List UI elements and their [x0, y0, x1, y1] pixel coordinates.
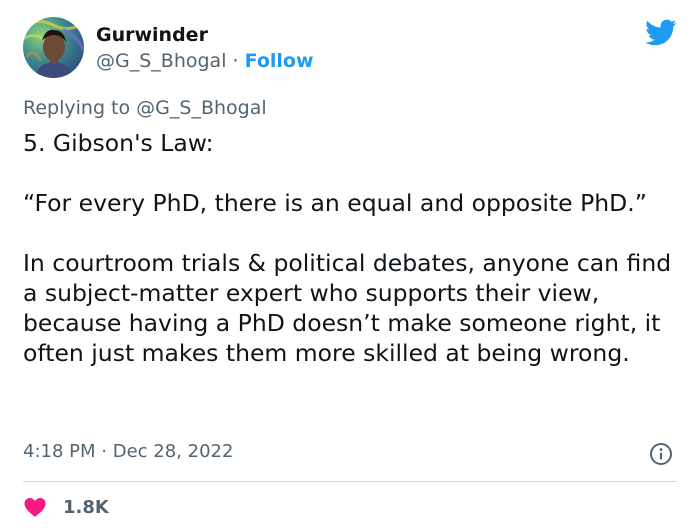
avatar-image — [23, 17, 84, 78]
tweet-paragraph-2: “For every PhD, there is an equal and op… — [23, 189, 647, 217]
like-count: 1.8K — [63, 496, 109, 518]
tweet-time: 4:18 PM — [23, 441, 96, 462]
tweet-card: Gurwinder @G_S_Bhogal · Follow Replying … — [0, 0, 700, 532]
divider — [23, 481, 677, 482]
author-handle[interactable]: @G_S_Bhogal — [96, 50, 226, 72]
info-icon[interactable] — [649, 442, 673, 466]
tweet-text: 5. Gibson's Law: “For every PhD, there i… — [23, 128, 683, 368]
author-display-name[interactable]: Gurwinder — [96, 24, 208, 46]
info-icon-svg — [650, 443, 672, 465]
twitter-bird-icon[interactable] — [645, 19, 677, 47]
tweet-date: Dec 28, 2022 — [112, 441, 234, 462]
handle-separator: · — [232, 50, 239, 72]
replying-to-mention[interactable]: @G_S_Bhogal — [136, 97, 266, 119]
heart-icon — [23, 495, 47, 519]
like-button[interactable]: 1.8K — [23, 493, 109, 521]
avatar[interactable] — [23, 17, 84, 78]
author-handle-row: @G_S_Bhogal · Follow — [96, 50, 314, 72]
tweet-paragraph-1: 5. Gibson's Law: — [23, 129, 214, 157]
tweet-timestamp[interactable]: 4:18 PM · Dec 28, 2022 — [23, 441, 233, 463]
timestamp-separator: · — [101, 441, 107, 462]
follow-button[interactable]: Follow — [245, 50, 314, 72]
twitter-bird-icon-svg — [645, 19, 677, 46]
replying-to-label: Replying to — [23, 97, 131, 119]
replying-to: Replying to @G_S_Bhogal — [23, 96, 267, 120]
tweet-paragraph-3: In courtroom trials & political debates,… — [23, 249, 679, 367]
